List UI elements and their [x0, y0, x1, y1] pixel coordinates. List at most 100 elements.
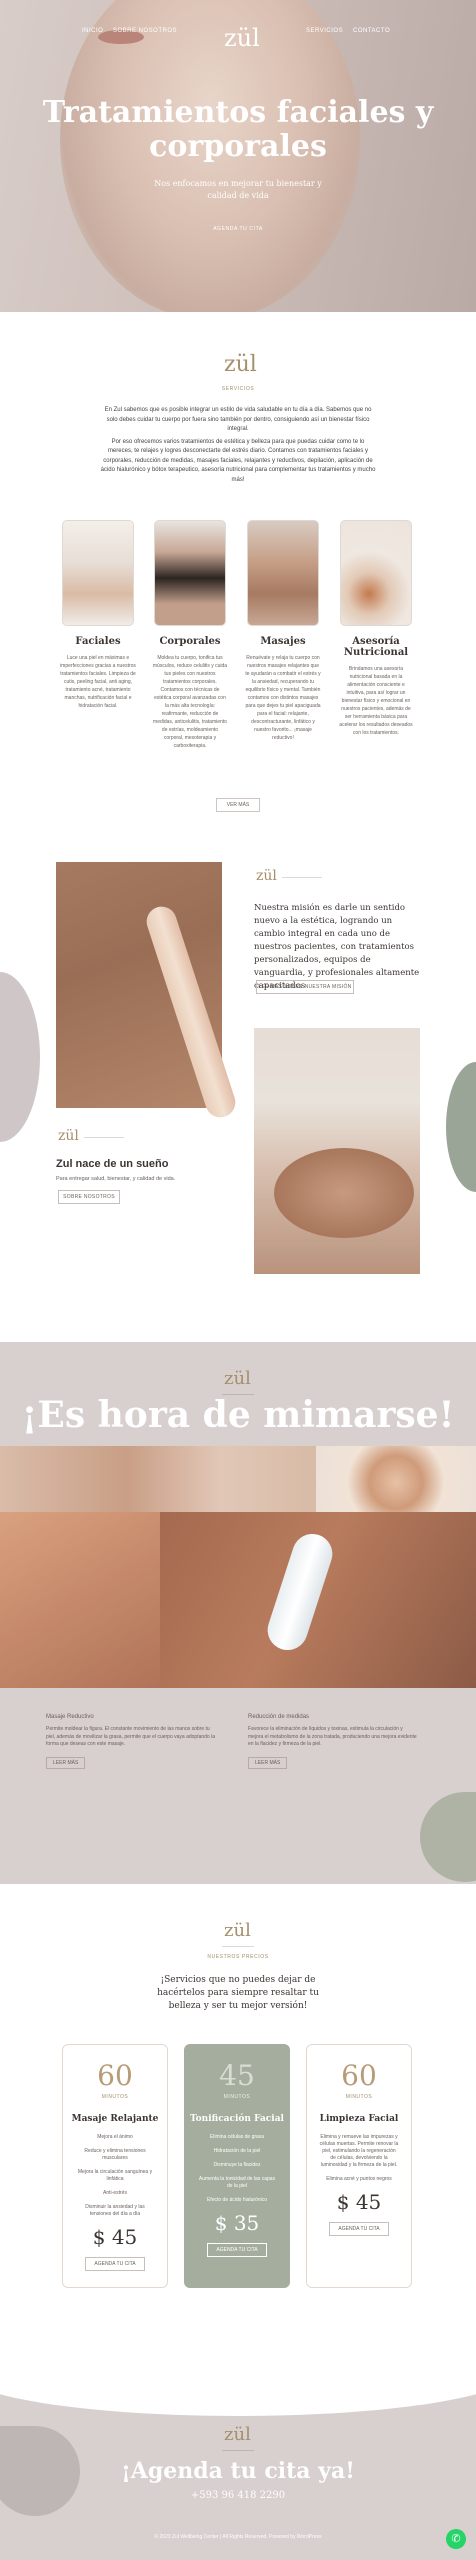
intro-text: En Zul sabemos que es posible integrar u… [100, 406, 376, 488]
divider [222, 1946, 254, 1947]
gallery-image-cream [160, 1512, 476, 1688]
dream-logo: zül [58, 1128, 79, 1144]
service-card: Faciales Luce una piel en máximas e impe… [58, 520, 138, 710]
prices-title: ¡Servicios que no puedes dejar de hacért… [157, 1975, 319, 2011]
gallery-image-scrub [0, 1446, 316, 1512]
price-card: 45 MINUTOS Tonificación Facial Elimina c… [184, 2044, 290, 2288]
hero-section: INICIO SOBRE NOSOTROS zül SERVICIOS CONT… [0, 0, 476, 312]
service-image-masajes [247, 520, 319, 626]
service-title: Asesoría Nutricional [343, 636, 409, 658]
services-section: Faciales Luce una piel en máximas e impe… [0, 520, 476, 832]
read-more-button[interactable]: LEER MÁS [46, 1756, 86, 1769]
price-card-features: Elimina células de grasa Hidratación de … [185, 2134, 289, 2204]
feature-item: Disminuye la flacidez [213, 2162, 261, 2168]
feature-item: Hidratación de la piel [213, 2148, 261, 2154]
price-card-price: $ 45 [336, 2190, 382, 2214]
hero-cta-button[interactable]: AGENDA TU CITA [202, 222, 274, 236]
intro-paragraph: En Zul sabemos que es posible integrar u… [104, 407, 372, 432]
feature-item: Mejora el ánimo [97, 2134, 133, 2140]
decorative-shape [0, 972, 40, 1142]
price-card-title: Limpieza Facial [319, 2114, 399, 2124]
price-card-features: Mejora el ánimo Reduce y elimina tension… [63, 2134, 167, 2218]
pamper-column-heading: Reducción de medidas [248, 1714, 310, 1720]
decorative-leaf [420, 1792, 476, 1882]
book-button[interactable]: AGENDA TU CITA [207, 2243, 267, 2257]
pamper-column-heading: Masaje Reductivo [46, 1714, 94, 1720]
price-card-price: $ 35 [214, 2211, 260, 2235]
prices-kicker: NUESTROS PRECIOS [207, 1954, 269, 1960]
decorative-leaf-shape [446, 1062, 476, 1192]
intro-logo: zül [224, 352, 257, 377]
mission-more-button[interactable]: LEE MÁS SOBRE NUESTRA MISIÓN [256, 980, 354, 994]
price-card: 60 MINUTOS Masaje Relajante Mejora el án… [62, 2044, 168, 2288]
price-card-price: $ 45 [92, 2225, 138, 2249]
pamper-column-text: Favorece la eliminación de líquidos y to… [248, 1726, 417, 1747]
feature-item: Disminuir la ansiedad y las tensiones de… [85, 2204, 145, 2217]
massage-image [254, 1028, 420, 1274]
feature-item: Anti-estrés [103, 2190, 127, 2196]
pamper-section: zül ¡Es hora de mimarse! Masaje Reductiv… [0, 1342, 476, 1884]
intro-section: zül SERVICIOS En Zul sabemos que es posi… [0, 312, 476, 520]
divider [222, 2450, 254, 2451]
read-more-button[interactable]: LEER MÁS [248, 1756, 288, 1769]
nav-servicios[interactable]: SERVICIOS [306, 28, 343, 34]
nav-contacto[interactable]: CONTACTO [353, 28, 390, 34]
price-card: 60 MINUTOS Limpieza Facial Elimina y rem… [306, 2044, 412, 2288]
feature-item: Elimina y remueve las impurezas y célula… [319, 2134, 399, 2168]
price-card-unit: MINUTOS [345, 2094, 373, 2100]
service-image-corporales [154, 520, 226, 626]
feature-item: Elimina células de grasa [209, 2134, 265, 2140]
mission-logo: zül [256, 868, 277, 884]
dream-subtitle: Para entregar salud, bienestar, y calida… [56, 1176, 176, 1182]
intro-kicker: SERVICIOS [221, 386, 255, 392]
service-image-nutricion [340, 520, 412, 626]
nav-sobre-nosotros[interactable]: SOBRE NOSOTROS [113, 28, 177, 34]
service-text: Renuévate y relaja tu cuerpo con nuestro… [245, 655, 321, 741]
service-text: Brindamos una asesoría nutricional basad… [339, 666, 413, 736]
pamper-logo: zül [224, 1368, 251, 1389]
leg-cream-image [56, 862, 240, 1122]
service-image-faciales [62, 520, 134, 626]
price-card-minutes: 45 [219, 2059, 255, 2092]
prices-section: zül NUESTROS PRECIOS ¡Servicios que no p… [0, 1884, 476, 2386]
footer-phone[interactable]: +593 96 418 2290 [0, 2490, 476, 2501]
service-title: Faciales [75, 636, 121, 647]
service-text: Luce una piel en máximas e imperfeccione… [60, 655, 136, 709]
footer-section: zül ¡Agenda tu cita ya! +593 96 418 2290… [0, 2386, 476, 2560]
service-card: Asesoría Nutricional Brindamos una aseso… [336, 520, 416, 737]
price-card-minutes: 60 [97, 2059, 133, 2092]
price-card-title: Tonificación Facial [190, 2114, 284, 2124]
intro-paragraph: Por eso ofrecemos varios tratamientos de… [100, 438, 376, 483]
hero-title: Tratamientos faciales y corporales [42, 95, 434, 164]
divider [282, 877, 322, 878]
service-card: Corporales Moldea tu cuerpo, tonifica tu… [150, 520, 230, 750]
nav-inicio[interactable]: INICIO [82, 28, 103, 34]
feature-item: Reduce y elimina tensiones musculares [84, 2148, 146, 2161]
feature-item: Elimina acné y puntos negros [326, 2176, 392, 2182]
service-text: Moldea tu cuerpo, tonifica tus músculos,… [152, 655, 228, 749]
gallery-image-products [316, 1446, 476, 1512]
footer-title: ¡Agenda tu cita ya! [121, 2458, 355, 2484]
prices-logo: zül [224, 1920, 251, 1941]
price-card-minutes: 60 [341, 2059, 377, 2092]
pamper-column: Reducción de medidas Favorece la elimina… [248, 1714, 418, 1769]
book-button[interactable]: AGENDA TU CITA [85, 2257, 145, 2271]
feature-item: Efecto de ácido hialurónico [206, 2197, 268, 2203]
book-button[interactable]: AGENDA TU CITA [329, 2222, 389, 2236]
feature-item: Mejora la circulación sanguínea y linfát… [77, 2169, 153, 2182]
footer-copyright: © 2023 Zul Wellbeing Center | All Rights… [154, 2534, 322, 2540]
divider [84, 1137, 124, 1138]
feature-item: Aumenta la tonicidad de las capas de la … [198, 2176, 276, 2189]
service-card: Masajes Renuévate y relaja tu cuerpo con… [243, 520, 323, 742]
footer-logo: zül [224, 2424, 251, 2445]
see-more-button[interactable]: VER MÁS [216, 798, 260, 812]
main-nav: INICIO SOBRE NOSOTROS zül SERVICIOS CONT… [0, 24, 476, 52]
pamper-column: Masaje Reductivo Permite moldear la figu… [46, 1714, 216, 1769]
logo[interactable]: zül [224, 24, 260, 52]
mission-section: zül Nuestra misión es darle un sentido n… [0, 832, 476, 1342]
price-card-features: Elimina y remueve las impurezas y célula… [307, 2134, 411, 2183]
whatsapp-icon[interactable]: ✆ [446, 2529, 466, 2549]
about-us-button[interactable]: SOBRE NOSOTROS [58, 1190, 120, 1204]
hero-subtitle: Nos enfocamos en mejorar tu bienestar y … [154, 179, 322, 200]
decorative-arc [0, 2386, 476, 2416]
